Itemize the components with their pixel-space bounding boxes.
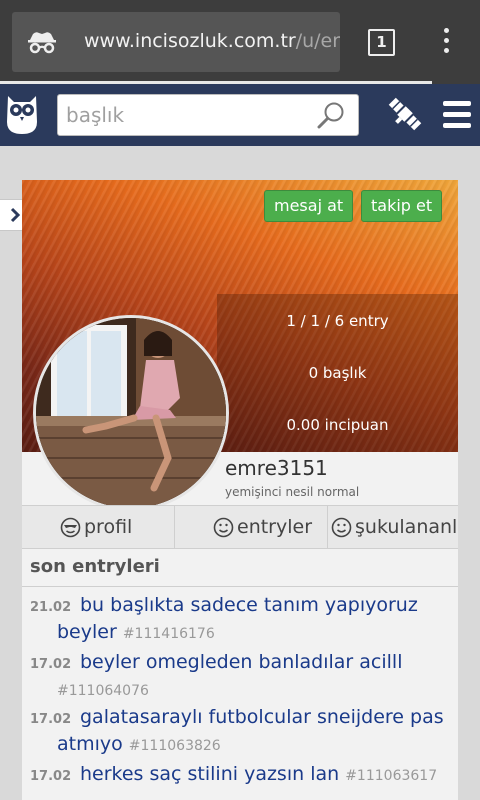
profile-stats: 1 / 1 / 6 entry 0 başlık 0.00 incipuan xyxy=(217,294,458,452)
cool-smiley-icon xyxy=(60,517,81,538)
tab-favorited[interactable]: şukulananlar xyxy=(328,506,458,548)
url-text: www.incisozluk.com.tr/u/er xyxy=(84,30,340,52)
tab-favorited-label: şukulananlar xyxy=(355,516,458,538)
menu-icon[interactable] xyxy=(443,101,471,129)
browser-toolbar: www.incisozluk.com.tr/u/er 1 xyxy=(0,0,480,84)
chevron-right-icon xyxy=(10,207,20,223)
tab-entries-label: entryler xyxy=(237,516,313,538)
username[interactable]: emre3151 xyxy=(225,456,328,480)
tab-profile-label: profil xyxy=(84,516,133,538)
title-count: 0 başlık xyxy=(308,364,367,382)
satellite-icon[interactable] xyxy=(385,94,425,134)
smiley-icon xyxy=(331,517,352,538)
avatar[interactable] xyxy=(33,315,229,511)
site-header xyxy=(0,84,480,146)
profile-card: mesaj at takip et 1 / 1 / 6 entry 0 başl… xyxy=(22,180,458,800)
tab-entries[interactable]: entryler xyxy=(175,506,328,548)
incognito-icon[interactable] xyxy=(12,12,72,72)
entry-id[interactable]: #111416176 xyxy=(123,626,215,642)
divider xyxy=(22,586,458,587)
user-type: yemişinci nesil normal xyxy=(225,485,360,499)
profile-tabs: profil entryler şukulananlar xyxy=(22,505,458,549)
incipuan: 0.00 incipuan xyxy=(286,416,389,434)
section-title: son entryleri xyxy=(30,556,160,577)
follow-button[interactable]: takip et xyxy=(361,190,443,222)
search-icon[interactable] xyxy=(316,101,346,131)
entry-title-link[interactable]: bu başlıkta sadece tanım yapıyoruz beyle… xyxy=(57,594,418,643)
overflow-menu-icon[interactable] xyxy=(440,28,452,58)
entry-id[interactable]: #111063826 xyxy=(129,738,221,754)
entry-title-link[interactable]: galatasaraylı futbolcular sneijdere pas … xyxy=(57,706,444,755)
tab-switcher-button[interactable]: 1 xyxy=(368,29,395,56)
search-input[interactable] xyxy=(66,101,306,129)
entry-title-link[interactable]: herkes saç stilini yazsın lan xyxy=(80,763,339,785)
owl-logo-icon[interactable] xyxy=(4,92,40,136)
search-box xyxy=(57,94,359,136)
entry-id[interactable]: #111064076 xyxy=(57,683,149,699)
address-bar[interactable]: www.incisozluk.com.tr/u/er xyxy=(72,12,340,72)
entry-title-link[interactable]: beyler omegleden banladılar acilll xyxy=(80,651,402,673)
smiley-icon xyxy=(213,517,234,538)
tab-profile[interactable]: profil xyxy=(22,506,175,548)
entry-count: 1 / 1 / 6 entry xyxy=(286,312,389,330)
send-message-button[interactable]: mesaj at xyxy=(264,190,354,222)
entry-id[interactable]: #111063617 xyxy=(345,768,437,784)
